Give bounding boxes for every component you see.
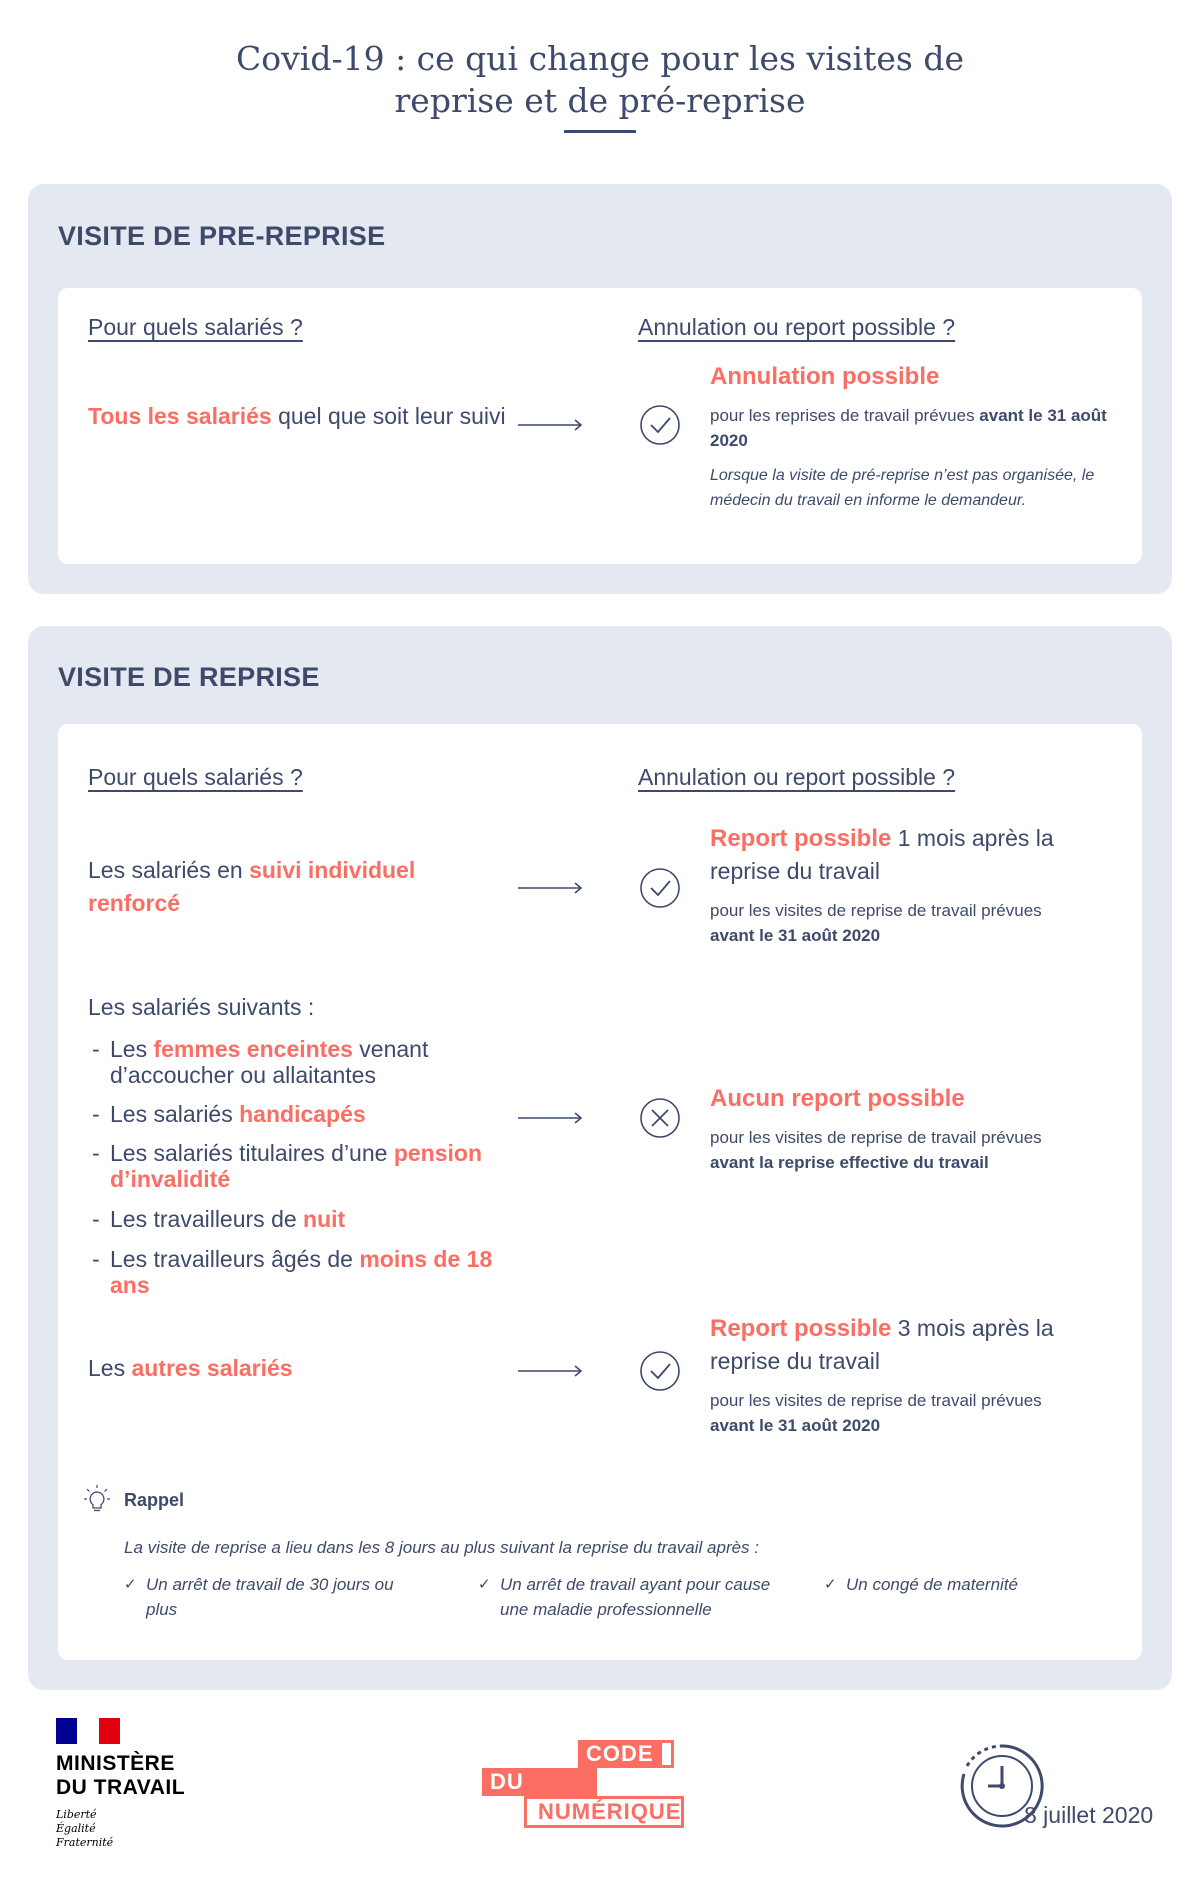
col-header-annulation: Annulation ou report possible ?	[638, 314, 956, 340]
pre-reprise-card: Pour quels salariés ? Annulation ou repo…	[58, 288, 1142, 564]
report-possible-label: Report possible	[710, 1315, 892, 1342]
pre-reprise-result: Annulation possible pour les reprises de…	[710, 360, 1130, 513]
arrow-right-icon	[518, 1112, 583, 1124]
page-title-line2: reprise et de pré-reprise	[394, 81, 806, 120]
list-item: - Les salariés handicapés	[88, 1101, 508, 1127]
rappel-item: ✓ Un arrêt de travail ayant pour cause un…	[478, 1572, 778, 1622]
list-item-text: Les salariés titulaires d’une	[110, 1140, 394, 1166]
pre-reprise-condition-text: pour les reprises de travail prévues	[710, 406, 980, 425]
annulation-possible-label: Annulation possible	[710, 363, 940, 390]
rappel-label: Rappel	[124, 1490, 185, 1510]
list-item: - Les travailleurs âgés de moins de 18 an…	[88, 1246, 508, 1298]
reprise-card: Pour quels salariés ? Annulation ou repo…	[58, 724, 1142, 1660]
row2-intro: Les salariés suivants :	[88, 994, 315, 1020]
rappel-item: ✓ Un congé de maternité	[824, 1572, 1124, 1597]
list-item-highlight: femmes enceintes	[153, 1036, 353, 1062]
checkmark-icon: ✓	[124, 1576, 137, 1593]
reprise-row2-result: Aucun report possible pour les visites d…	[710, 1082, 1130, 1175]
list-item-text: Les	[110, 1036, 154, 1062]
rappel-item-text: Un congé de maternité	[846, 1575, 1018, 1594]
arrow-right-icon	[518, 882, 583, 894]
row1-condition-date: avant le 31 août 2020	[710, 926, 881, 945]
checkmark-icon: ✓	[478, 1576, 491, 1593]
marianne-flag-icon	[56, 1718, 120, 1744]
list-item-highlight: handicapés	[239, 1101, 366, 1127]
logo-line-numerique: NUMÉRIQUE	[538, 1799, 682, 1824]
pre-reprise-target: Tous les salariés quel que soit leur sui…	[88, 400, 508, 433]
arrow-right-icon	[518, 1365, 583, 1377]
list-dash: -	[92, 1206, 100, 1232]
row2-condition-date: avant la reprise effective du travail	[710, 1153, 989, 1172]
publication-date: 8 juillet 2020	[1024, 1802, 1154, 1828]
check-circle-icon	[640, 405, 680, 445]
list-dash: -	[92, 1246, 100, 1272]
pre-reprise-target-highlight: Tous les salariés	[88, 403, 272, 429]
pre-reprise-target-rest: quel que soit leur suivi	[271, 403, 506, 429]
ministry-name-line2: DU TRAVAIL	[56, 1776, 186, 1799]
row3-target-text: Les	[88, 1355, 132, 1381]
cross-circle-icon	[640, 1098, 680, 1138]
reprise-row3-target: Les autres salariés	[88, 1352, 508, 1385]
row3-condition-text: pour les visites de reprise de travail p…	[710, 1391, 1042, 1410]
page-title: Covid-19 : ce qui change pour les visite…	[0, 38, 1200, 122]
report-possible-label: Report possible	[710, 825, 892, 852]
row2-condition: pour les visites de reprise de travail p…	[710, 1125, 1130, 1175]
col-header-annulation: Annulation ou report possible ?	[638, 764, 956, 790]
arrow-right-icon	[518, 419, 583, 431]
list-item: - Les travailleurs de nuit	[88, 1206, 508, 1232]
logo-line-code: CODE	[578, 1740, 662, 1768]
list-item-text: Les travailleurs âgés de	[110, 1246, 360, 1272]
title-underline	[564, 130, 636, 133]
row3-condition-date: avant le 31 août 2020	[710, 1416, 881, 1435]
col-header-salaries: Pour quels salariés ?	[88, 764, 303, 790]
pre-reprise-condition: pour les reprises de travail prévues ava…	[710, 403, 1130, 453]
check-circle-icon	[640, 1351, 680, 1391]
rappel-item-text: Un arrêt de travail de 30 jours ou plus	[146, 1575, 394, 1619]
col-header-salaries: Pour quels salariés ?	[88, 314, 303, 340]
list-dash: -	[92, 1036, 100, 1062]
logo-line-du-travail: DU TRAVAIL	[482, 1768, 598, 1822]
page-title-line1: Covid-19 : ce qui change pour les visite…	[236, 39, 964, 78]
row1-condition: pour les visites de reprise de travail p…	[710, 898, 1130, 948]
motto-egalite: Égalité	[56, 1822, 96, 1835]
motto: Liberté Égalité Fraternité	[56, 1808, 185, 1850]
pre-reprise-section: VISITE DE PRE-REPRISE Pour quels salarié…	[28, 184, 1172, 594]
list-item-text: Les travailleurs de	[110, 1206, 304, 1232]
list-item: - Les salariés titulaires d’une pension d…	[88, 1140, 508, 1192]
aucun-report-label: Aucun report possible	[710, 1085, 965, 1112]
ministry-name-line1: MINISTÈRE	[56, 1752, 175, 1775]
rappel-item: ✓ Un arrêt de travail de 30 jours ou plus	[124, 1572, 424, 1622]
row2-condition-text: pour les visites de reprise de travail p…	[710, 1128, 1042, 1147]
rappel-item-text: Un arrêt de travail ayant pour cause une…	[500, 1575, 771, 1619]
check-circle-icon	[640, 868, 680, 908]
row1-condition-text: pour les visites de reprise de travail p…	[710, 901, 1042, 920]
list-dash: -	[92, 1140, 100, 1166]
list-item-highlight: nuit	[303, 1206, 346, 1232]
reprise-heading: VISITE DE REPRISE	[58, 662, 320, 692]
row3-condition: pour les visites de reprise de travail p…	[710, 1388, 1130, 1438]
lightbulb-icon	[84, 1485, 110, 1512]
pre-reprise-note: Lorsque la visite de pré-reprise n’est p…	[710, 467, 1095, 509]
list-dash: -	[92, 1101, 100, 1127]
motto-fraternite: Fraternité	[56, 1836, 114, 1849]
reprise-row3-result: Report possible 3 mois après la reprise …	[710, 1312, 1130, 1438]
reprise-section: VISITE DE REPRISE Pour quels salariés ? …	[28, 626, 1172, 1690]
reprise-row1-target: Les salariés en suivi individuel renforc…	[88, 854, 508, 920]
row1-target-text: Les salariés en	[88, 857, 250, 883]
row3-target-highlight: autres salariés	[131, 1355, 293, 1381]
ministry-logo: MINISTÈRE DU TRAVAIL Liberté Égalité Fra…	[56, 1718, 185, 1850]
rappel-text: La visite de reprise a lieu dans les 8 j…	[124, 1538, 760, 1557]
pre-reprise-heading: VISITE DE PRE-REPRISE	[58, 221, 386, 251]
list-item: - Les femmes enceintes venant d’accoucher…	[88, 1036, 508, 1088]
reprise-row1-result: Report possible 1 mois après la reprise …	[710, 822, 1130, 948]
list-item-text: Les salariés	[110, 1101, 240, 1127]
motto-liberte: Liberté	[56, 1808, 97, 1821]
checkmark-icon: ✓	[824, 1576, 837, 1593]
